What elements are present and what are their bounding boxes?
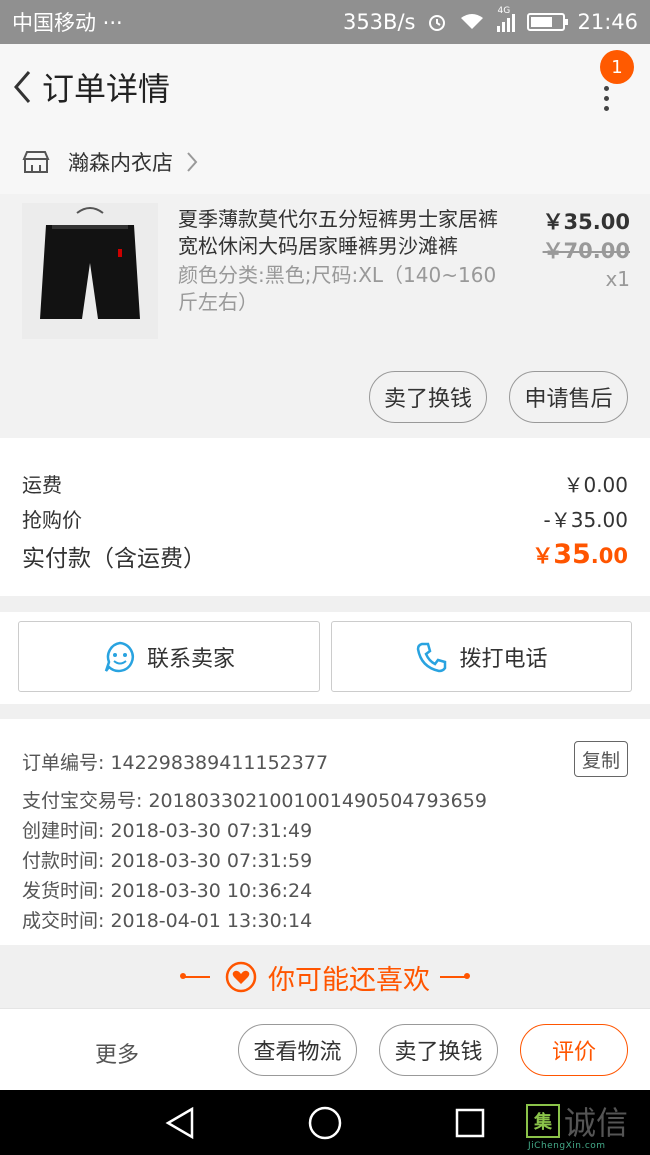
shipping-label: 运费 (22, 473, 62, 497)
product-card: 夏季薄款莫代尔五分短裤男士家居裤宽松休闲大码居家睡裤男沙滩裤 颜色分类:黑色;尺… (0, 194, 650, 438)
back-arrow-icon (14, 71, 31, 103)
watermark-sub: JiChengXin.com (528, 1141, 606, 1151)
review-button[interactable]: 评价 (520, 1024, 628, 1076)
nav-home-icon (308, 1106, 342, 1140)
watermark-logo: 集 诚信 JiChengXin.com (526, 1094, 644, 1152)
product-thumbnail[interactable] (22, 203, 158, 339)
back-button[interactable] (2, 44, 42, 130)
chevron-right-icon (187, 152, 198, 172)
nav-recent-icon (455, 1108, 485, 1138)
net-speed: 353B/s (342, 10, 416, 34)
divider-left (180, 973, 210, 979)
contact-seller-button[interactable]: 联系卖家 (18, 621, 320, 692)
recommend-title: 你可能还喜欢 (268, 964, 430, 996)
call-phone-button[interactable]: 拨打电话 (331, 621, 632, 692)
product-quantity: x1 (605, 267, 630, 291)
original-price: ￥70.00 (542, 239, 630, 263)
watermark-text: 诚信 (564, 1104, 629, 1142)
flash-price-row: 抢购价 -￥35.00 (22, 504, 628, 533)
nav-back-icon (165, 1106, 194, 1140)
watermark-box: 集 (526, 1104, 560, 1138)
clock: 21:46 (577, 10, 638, 34)
contact-section: 联系卖家 拨打电话 (0, 612, 650, 704)
shorts-image (22, 203, 158, 339)
order-info: 订单编号: 142298389411152377 复制 支付宝交易号: 2018… (0, 719, 650, 945)
carrier-label: 中国移动 ··· (12, 11, 123, 35)
copy-button[interactable]: 复制 (574, 741, 628, 777)
alarm-icon (429, 15, 446, 31)
flash-price-label: 抢购价 (22, 508, 82, 532)
status-indicators: 353B/s 4G 21:46 (342, 6, 638, 34)
total-label: 实付款（含运费） (22, 546, 206, 572)
shop-name: 瀚森内衣店 (68, 151, 173, 175)
total-int: 35 (553, 539, 591, 570)
heart-icon (225, 961, 257, 993)
bottom-action-bar: 更多 查看物流 卖了换钱 评价 (0, 1008, 650, 1090)
shipped-time: 发货时间: 2018-03-30 10:36:24 (22, 880, 313, 902)
contact-seller-label: 联系卖家 (146, 646, 235, 672)
app-header: 订单详情 1 (0, 44, 650, 130)
sell-button[interactable]: 卖了换钱 (369, 371, 487, 423)
shipping-row: 运费 ￥0.00 (22, 469, 628, 498)
page-title: 订单详情 (42, 70, 171, 108)
battery-icon (527, 13, 569, 31)
divider-right (440, 973, 470, 979)
track-logistics-button[interactable]: 查看物流 (238, 1024, 357, 1076)
total-row: 实付款（含运费） ￥35.00 (22, 539, 628, 573)
sell-again-button[interactable]: 卖了换钱 (379, 1024, 498, 1076)
product-price: ￥35.00 (542, 210, 630, 234)
nav-back-button[interactable] (160, 1104, 200, 1142)
total-currency: ￥ (532, 544, 554, 568)
total-dec: .00 (590, 544, 628, 568)
created-time: 创建时间: 2018-03-30 07:31:49 (22, 820, 313, 842)
recommend-header: 你可能还喜欢 (0, 946, 650, 1008)
nav-home-button[interactable] (305, 1104, 345, 1142)
call-phone-label: 拨打电话 (459, 646, 548, 672)
paid-time: 付款时间: 2018-03-30 07:31:59 (22, 850, 313, 872)
alipay-number: 支付宝交易号: 2018033021001001490504793659 (22, 790, 487, 812)
more-button[interactable]: 更多 (95, 1037, 139, 1069)
network-type: 4G (497, 6, 511, 16)
signal-icon: 4G (497, 6, 516, 32)
order-number: 订单编号: 142298389411152377 (22, 752, 329, 774)
status-bar: 中国移动 ··· 353B/s 4G 21:46 (0, 0, 650, 44)
after-sale-button[interactable]: 申请售后 (509, 371, 628, 423)
phone-icon (417, 642, 447, 672)
shop-row[interactable]: 瀚森内衣店 (0, 130, 650, 194)
completed-time: 成交时间: 2018-04-01 13:30:14 (22, 910, 313, 932)
more-vertical-icon (603, 85, 609, 91)
shop-icon (22, 151, 50, 173)
product-spec: 颜色分类:黑色;尺码:XL（140~160斤左右） (178, 263, 497, 314)
fee-summary: 运费 ￥0.00 抢购价 -￥35.00 实付款（含运费） ￥35.00 (0, 438, 650, 596)
system-nav-bar: 集 诚信 JiChengXin.com (0, 1090, 650, 1155)
total-value: ￥35.00 (532, 539, 628, 573)
chat-smile-icon (104, 641, 134, 672)
product-title[interactable]: 夏季薄款莫代尔五分短裤男士家居裤宽松休闲大码居家睡裤男沙滩裤 (178, 206, 508, 260)
shipping-value: ￥0.00 (563, 473, 628, 497)
flash-price-value: -￥35.00 (543, 508, 628, 532)
wifi-icon (461, 14, 484, 29)
more-menu-button[interactable] (592, 80, 620, 116)
nav-recent-button[interactable] (450, 1104, 490, 1142)
notification-badge: 1 (600, 50, 634, 84)
